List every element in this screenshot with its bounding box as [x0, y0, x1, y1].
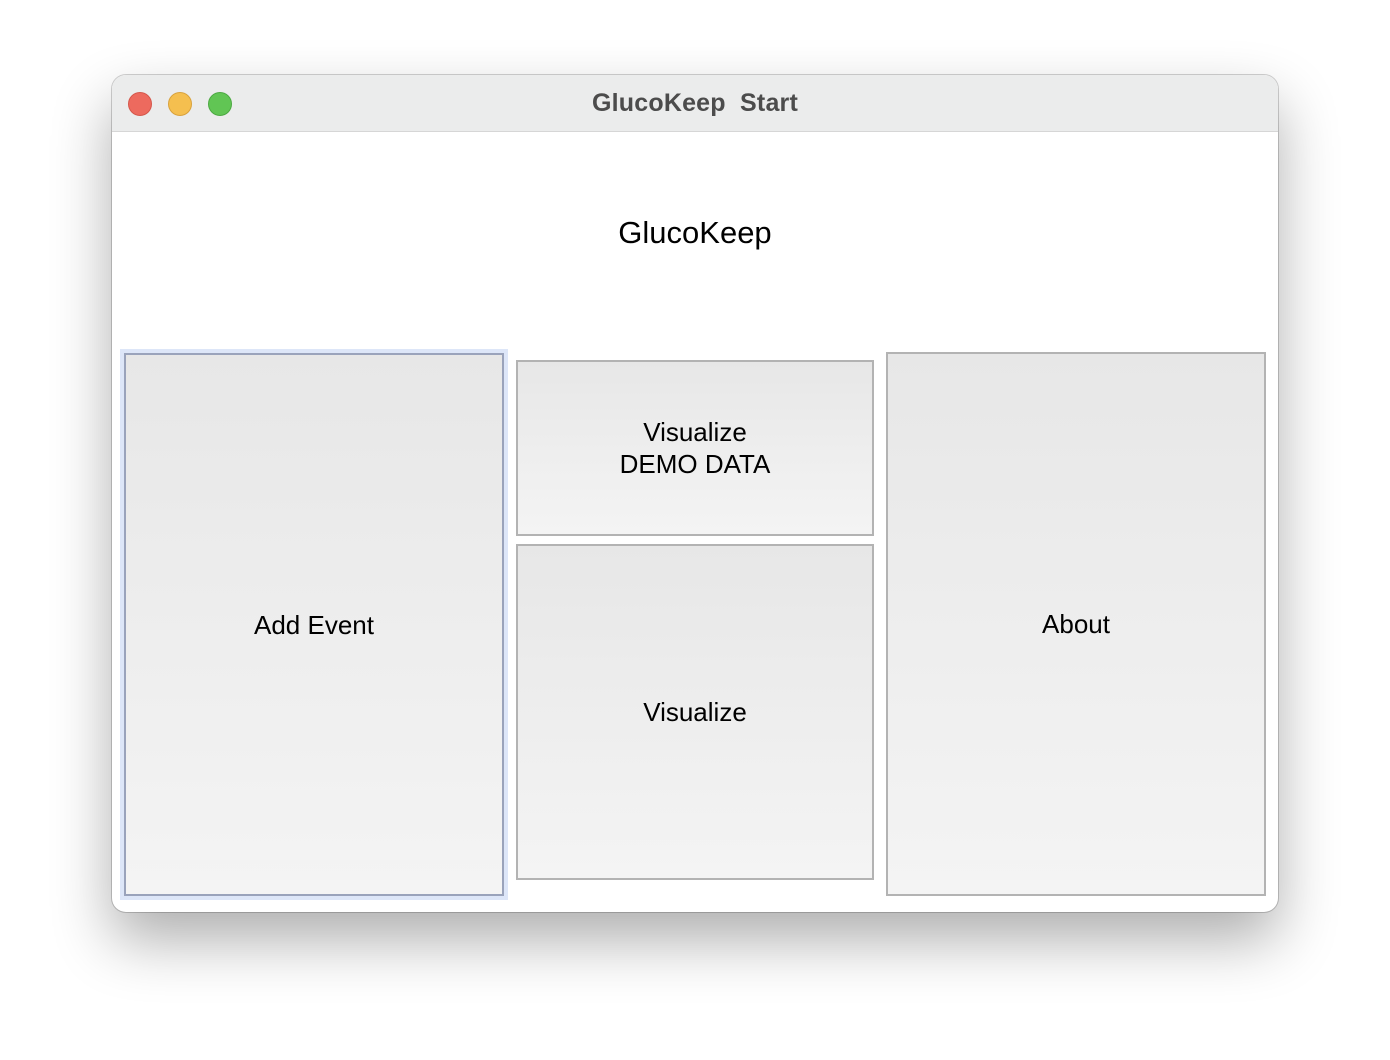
add-event-label: Add Event	[254, 609, 374, 640]
visualize-demo-data-button[interactable]: Visualize DEMO DATA	[516, 360, 874, 536]
app-window: GlucoKeep Start GlucoKeep Add Event Visu…	[112, 75, 1278, 912]
title-bar[interactable]: GlucoKeep Start	[112, 75, 1278, 132]
visualize-button[interactable]: Visualize	[516, 544, 874, 880]
window-title: GlucoKeep Start	[591, 89, 799, 117]
visualize-label: Visualize	[643, 697, 747, 727]
visualize-demo-data-label: Visualize DEMO DATA	[619, 417, 771, 479]
add-event-button[interactable]: Add Event	[124, 353, 504, 896]
about-button[interactable]: About	[886, 352, 1266, 896]
about-label: About	[1042, 609, 1110, 639]
app-heading: GlucoKeep	[618, 215, 772, 250]
